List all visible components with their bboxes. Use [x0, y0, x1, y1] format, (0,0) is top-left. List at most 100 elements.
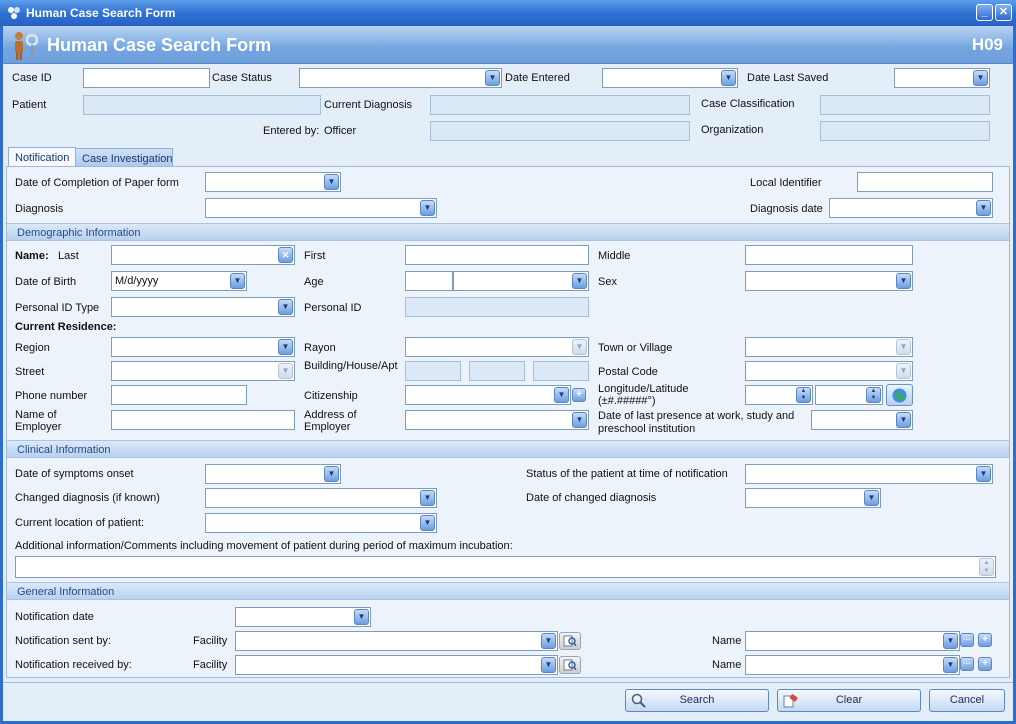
- notification-date-label: Notification date: [15, 611, 94, 623]
- region-select[interactable]: ▼: [111, 337, 295, 357]
- chevron-down-icon[interactable]: ▼: [324, 174, 339, 190]
- employer-name-input[interactable]: [111, 410, 295, 430]
- sent-facility-select[interactable]: ▼: [235, 631, 558, 651]
- chevron-down-icon[interactable]: ▼: [230, 273, 245, 289]
- diagnosis-select[interactable]: ▼: [205, 198, 437, 218]
- middle-name-input[interactable]: [745, 245, 913, 265]
- latitude-input[interactable]: ▲ ▼: [815, 385, 883, 405]
- postal-code-select[interactable]: ▼: [745, 361, 913, 381]
- chevron-down-icon[interactable]: ▼: [278, 299, 293, 315]
- tab-notification[interactable]: Notification: [8, 147, 76, 167]
- personal-id-type-select[interactable]: ▼: [111, 297, 295, 317]
- chevron-down-icon[interactable]: ▼: [278, 339, 293, 355]
- additional-info-textarea[interactable]: ▲ ▼: [15, 556, 996, 578]
- chevron-down-icon[interactable]: ▼: [864, 490, 879, 506]
- chevron-down-icon[interactable]: ▼: [572, 273, 587, 289]
- last-presence-date-picker[interactable]: ▼: [811, 410, 913, 430]
- chevron-down-icon[interactable]: ▼: [354, 609, 369, 625]
- chevron-down-icon[interactable]: ▼: [943, 633, 958, 649]
- ellipsis-icon[interactable]: ···: [960, 657, 974, 671]
- chevron-down-icon[interactable]: ▼: [420, 200, 435, 216]
- rayon-select[interactable]: ▼: [405, 337, 589, 357]
- search-button[interactable]: Search: [625, 689, 769, 712]
- age-input[interactable]: [405, 271, 453, 291]
- apt-field: [533, 361, 589, 381]
- longlat-label: Longitude/Latitude: [598, 383, 689, 395]
- date-changed-diagnosis-picker[interactable]: ▼: [745, 488, 881, 508]
- add-icon[interactable]: +: [978, 633, 992, 647]
- received-name-select[interactable]: ▼: [745, 655, 960, 675]
- notification-date-picker[interactable]: ▼: [235, 607, 371, 627]
- received-facility-select[interactable]: ▼: [235, 655, 558, 675]
- phone-input[interactable]: [111, 385, 247, 405]
- ellipsis-icon[interactable]: ···: [960, 633, 974, 647]
- close-window-button[interactable]: ✕: [995, 4, 1012, 21]
- chevron-down-icon[interactable]: ▼: [976, 466, 991, 482]
- cancel-button[interactable]: Cancel: [929, 689, 1005, 712]
- street-select[interactable]: ▼: [111, 361, 295, 381]
- citizenship-select[interactable]: ▼: [405, 385, 571, 405]
- town-select[interactable]: ▼: [745, 337, 913, 357]
- map-button[interactable]: [886, 384, 913, 406]
- case-id-input[interactable]: [83, 68, 210, 88]
- current-location-select[interactable]: ▼: [205, 513, 437, 533]
- chevron-down-icon[interactable]: ▼: [943, 657, 958, 673]
- chevron-down-icon[interactable]: ▼: [324, 466, 339, 482]
- dob-picker[interactable]: M/d/yyyy ▼: [111, 271, 247, 291]
- patient-status-select[interactable]: ▼: [745, 464, 993, 484]
- clear-button[interactable]: Clear: [777, 689, 921, 712]
- chevron-down-icon[interactable]: ▼: [420, 515, 435, 531]
- postal-code-label: Postal Code: [598, 366, 658, 378]
- search-facility-icon[interactable]: [559, 656, 581, 674]
- chevron-down-icon[interactable]: ▼: [572, 412, 587, 428]
- cancel-button-label: Cancel: [949, 694, 985, 706]
- changed-diagnosis-select[interactable]: ▼: [205, 488, 437, 508]
- local-identifier-input[interactable]: [857, 172, 993, 192]
- chevron-down-icon[interactable]: ▼: [976, 200, 991, 216]
- date-entered-picker[interactable]: ▼: [602, 68, 738, 88]
- spin-icon[interactable]: ▲ ▼: [866, 387, 881, 403]
- clear-icon[interactable]: ✕: [278, 247, 293, 263]
- date-completion-picker[interactable]: ▼: [205, 172, 341, 192]
- chevron-down-icon[interactable]: ▼: [278, 363, 293, 379]
- last-presence-label-1: Date of last presence at work, study and: [598, 410, 795, 422]
- chevron-down-icon[interactable]: ▼: [420, 490, 435, 506]
- house-field: [469, 361, 525, 381]
- chevron-down-icon[interactable]: ▼: [572, 339, 587, 355]
- chevron-down-icon[interactable]: ▼: [541, 657, 556, 673]
- middle-name-label: Middle: [598, 250, 631, 262]
- chevron-down-icon[interactable]: ▼: [973, 70, 988, 86]
- case-status-select[interactable]: ▼: [299, 68, 502, 88]
- received-facility-label: Facility: [193, 659, 228, 671]
- spin-icon[interactable]: ▲ ▼: [796, 387, 811, 403]
- chevron-down-icon[interactable]: ▼: [485, 70, 500, 86]
- chevron-down-icon[interactable]: ▼: [721, 70, 736, 86]
- rayon-label: Rayon: [304, 342, 336, 354]
- last-presence-label-2: preschool institution: [598, 423, 696, 435]
- chevron-down-icon[interactable]: ▼: [896, 339, 911, 355]
- search-facility-icon[interactable]: [559, 632, 581, 650]
- add-icon[interactable]: +: [572, 388, 586, 402]
- current-diagnosis-label: Current Diagnosis: [324, 99, 413, 111]
- employer-address-select[interactable]: ▼: [405, 410, 589, 430]
- age-units-select[interactable]: ▼: [453, 271, 589, 291]
- symptoms-onset-picker[interactable]: ▼: [205, 464, 341, 484]
- chevron-down-icon[interactable]: ▼: [554, 387, 569, 403]
- chevron-down-icon[interactable]: ▼: [541, 633, 556, 649]
- tab-case-investigation[interactable]: Case Investigation: [75, 148, 173, 168]
- add-icon[interactable]: +: [978, 657, 992, 671]
- last-name-input[interactable]: ✕: [111, 245, 295, 265]
- date-last-saved-picker[interactable]: ▼: [894, 68, 990, 88]
- chevron-down-icon[interactable]: ▼: [896, 273, 911, 289]
- globe-icon: [892, 388, 907, 403]
- chevron-down-icon[interactable]: ▼: [896, 412, 911, 428]
- longitude-input[interactable]: ▲ ▼: [745, 385, 813, 405]
- minimize-button[interactable]: _: [976, 4, 993, 21]
- sex-select[interactable]: ▼: [745, 271, 913, 291]
- diagnosis-date-picker[interactable]: ▼: [829, 198, 993, 218]
- chevron-down-icon[interactable]: ▼: [896, 363, 911, 379]
- sent-name-select[interactable]: ▼: [745, 631, 960, 651]
- sent-name-label: Name: [712, 635, 742, 647]
- first-name-input[interactable]: [405, 245, 589, 265]
- expand-icon[interactable]: ▲ ▼: [979, 558, 994, 576]
